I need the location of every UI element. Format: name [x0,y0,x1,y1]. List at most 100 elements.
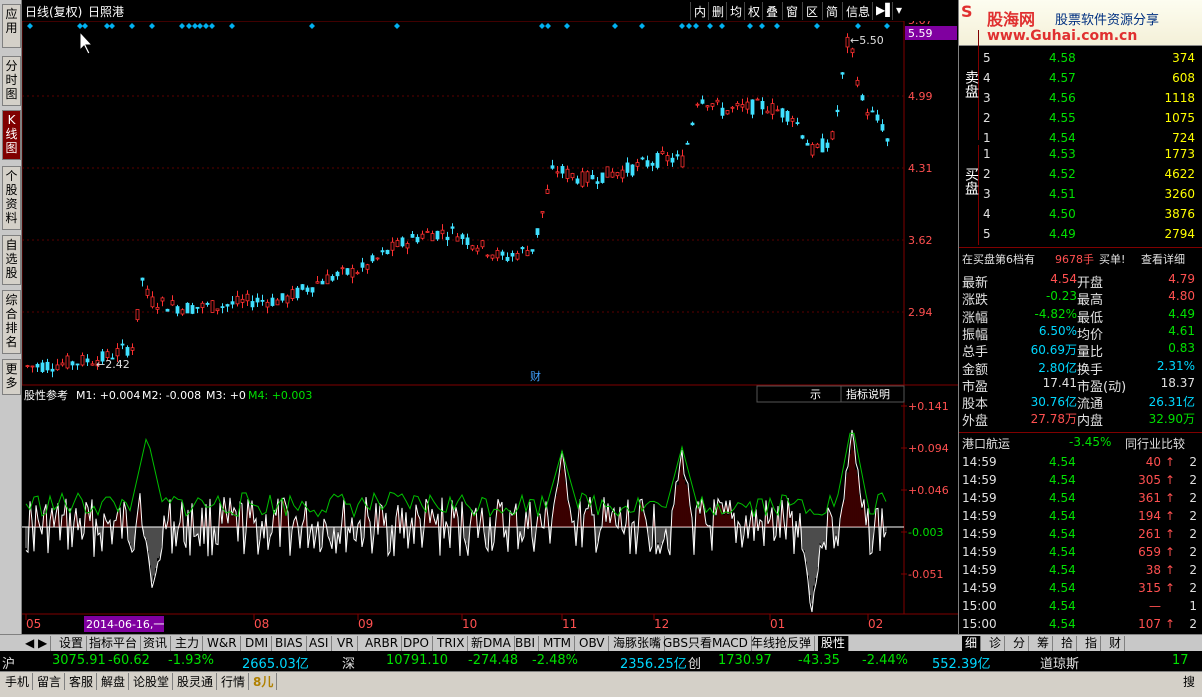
indicator-axis-label: +0.141 [908,400,949,413]
panel-tab[interactable]: 筹 [1034,636,1054,651]
buy-level-row[interactable]: 1 4.53 1773 [959,146,1202,164]
tick-row: 14:59 4.54 40 ↑ 2 [959,455,1202,473]
candle-body [370,255,375,262]
candle-body [160,297,165,302]
indicator-tab[interactable]: ARBR [362,636,403,651]
sell-level-row[interactable]: 3 4.56 1118 [959,90,1202,108]
tick-time: 14:59 [962,455,997,469]
tick-count: 2 [1189,545,1197,559]
toolbar-btn-info[interactable]: 信息 [842,2,873,20]
index-a: 552.39亿 [932,657,991,672]
level6-detail-link[interactable]: 查看详细 [1141,251,1185,267]
status-tab[interactable]: 股灵通 [174,673,218,690]
quote-value: -0.23 [1045,289,1077,304]
candle-body [775,109,780,112]
toolbar-btn-overlay[interactable]: 叠 [762,2,781,20]
indicator-tab[interactable]: BIAS [272,636,307,651]
toolbar-btn-nei[interactable]: 内 [690,2,709,20]
indicator-tab[interactable]: OBV [576,636,609,651]
candle-body [885,138,890,142]
indicator-m1: M1: +0.004 [76,389,140,402]
indicator-tab[interactable]: W&R [204,636,241,651]
left-tab-kline[interactable]: K线图 [2,110,21,160]
sell-level-row[interactable]: 4 4.57 608 [959,70,1202,88]
panel-tab[interactable]: 财 [1106,636,1126,651]
panel-tab[interactable]: 分 [1010,636,1030,651]
left-tab-ranking[interactable]: 综合排名 [2,290,21,354]
buy-level-num: 4 [983,207,991,221]
indicator-tab[interactable]: 指标平台 [86,636,142,651]
quote-row: 涨幅 -4.82% 最低 4.49 [959,307,1202,326]
indicator-tab[interactable]: 年线抢反弹 [748,636,816,651]
candle-body [725,110,730,115]
indicator-tab[interactable]: 设置 [56,636,88,651]
candle-body [730,106,735,109]
indicator-tab[interactable]: ASI [306,636,333,651]
status-tab[interactable]: 手机 [2,673,34,690]
tick-volume: 315 [1138,581,1161,595]
indicator-tab[interactable]: BBI [512,636,540,651]
status-tab[interactable]: 留言 [34,673,66,690]
toolbar-btn-window[interactable]: 窗 [782,2,801,20]
status-tab[interactable]: 论股堂 [130,673,174,690]
indicator-tab[interactable]: VR [334,636,358,651]
buy-level-row[interactable]: 5 4.49 2794 [959,226,1202,244]
status-tab[interactable]: 解盘 [98,673,130,690]
indicator-tab[interactable]: MTM [540,636,576,651]
toolbar-btn-delete[interactable]: 删 [708,2,727,20]
tab-scroll-arrows-icon[interactable]: ◀ ▶ [22,636,52,651]
candle-body [710,103,715,107]
event-diamond-icon [179,23,185,29]
toolbar-btn-ma[interactable]: 均 [726,2,745,20]
panel-tab[interactable]: 细 [962,636,982,651]
left-tab-watchlist[interactable]: 自选股 [2,235,21,285]
left-tab-more[interactable]: 更多 [2,359,21,395]
toolbar-dropdown-icon[interactable]: ▾ [892,2,905,20]
status-tab[interactable]: 客服 [66,673,98,690]
indicator-tab[interactable]: TRIX [434,636,469,651]
quote-key: 开盘 [1077,276,1104,291]
sector-compare-link[interactable]: 同行业比较 [1125,435,1185,452]
indicator-tab[interactable]: GBS只看MACD [660,636,752,651]
candle-body [465,237,470,245]
left-tab-apps[interactable]: 应用 [2,4,21,48]
indicator-tab[interactable]: 海豚张嘴 [610,636,666,651]
indicator-tab[interactable]: DPO [400,636,433,651]
candle-body [305,287,310,292]
buy-level-row[interactable]: 3 4.51 3260 [959,186,1202,204]
buy-level-num: 2 [983,167,991,181]
panel-tab[interactable]: 拾 [1058,636,1078,651]
candle-body [610,171,615,178]
toolbar-btn-rights[interactable]: 权 [744,2,763,20]
price-axis-label: 4.99 [908,90,933,103]
toolbar-btn-range[interactable]: 区 [802,2,821,20]
status-tab[interactable]: 行情 [218,673,250,690]
candle-body [210,300,215,313]
indicator-axis-label: +0.094 [908,442,949,455]
indicator-tab[interactable]: 股性 [818,636,850,651]
panel-tab[interactable]: 诊 [986,636,1006,651]
quote-key: 流通 [1077,397,1104,413]
left-tab-intraday[interactable]: 分时图 [2,56,21,106]
search-button[interactable]: 搜 [1180,673,1198,690]
indicator-tab[interactable]: 新DMA [468,636,515,651]
indicator-tab[interactable]: 主力 [172,636,204,651]
sector-name[interactable]: 港口航运 [962,435,1010,452]
indicator-tab[interactable]: 资讯 [140,636,172,651]
left-tab-stock-info[interactable]: 个股资料 [2,166,21,230]
buy-level-num: 5 [983,227,991,241]
buy-level-row[interactable]: 2 4.52 4622 [959,166,1202,184]
event-diamond-icon [693,23,699,29]
sell-level-row[interactable]: 5 4.58 374 [959,50,1202,68]
toolbar-btn-simple[interactable]: 简 [822,2,841,20]
tick-row: 15:00 4.54 107 ↑ 2 [959,617,1202,635]
panel-tab[interactable]: 指 [1082,636,1102,651]
sell-level-row[interactable]: 2 4.55 1075 [959,110,1202,128]
level6-row: 在买盘第6档有 9678手 买单! 查看详细 [959,247,1202,267]
level6-volume: 9678手 [1055,253,1094,266]
chart-area[interactable]: 5.675.594.994.313.622.94←5.50←2.42财股性参考M… [22,0,958,634]
indicator-tab[interactable]: DMI [242,636,273,651]
quote-key: 股本 [962,397,989,413]
candle-body [435,230,440,240]
buy-level-row[interactable]: 4 4.50 3876 [959,206,1202,224]
